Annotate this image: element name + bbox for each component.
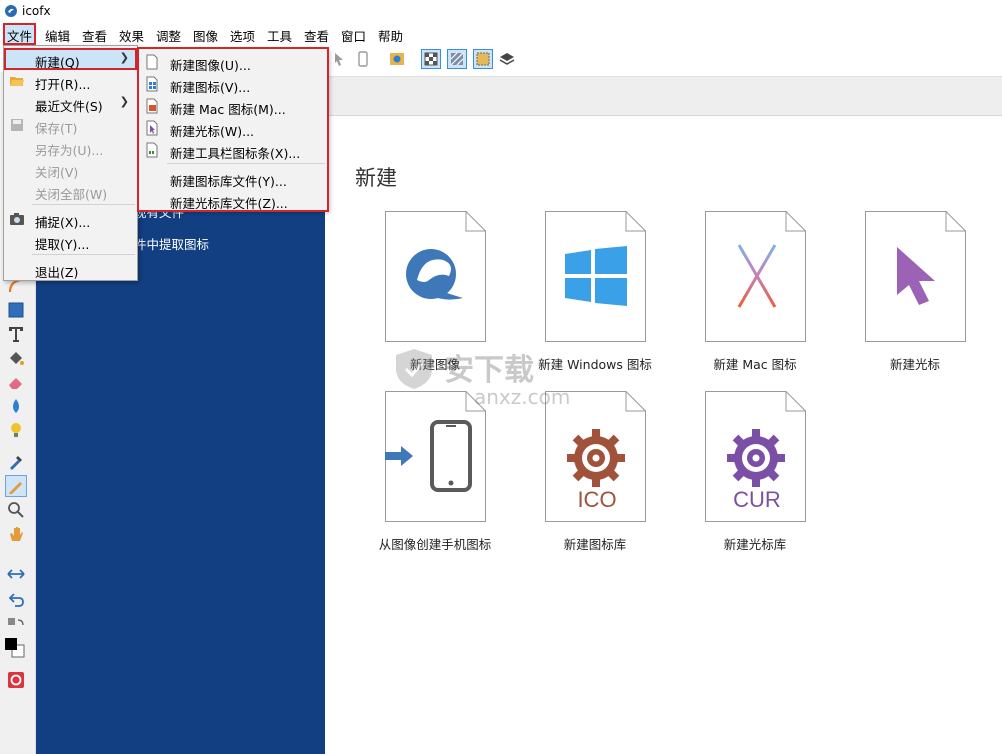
phone-toolbar-icon[interactable]: [354, 50, 372, 68]
mac-icon-page-icon: [146, 98, 158, 114]
menu-separator: [167, 163, 325, 164]
menu-options[interactable]: 选项: [228, 25, 257, 44]
cursor-tool-icon[interactable]: [330, 50, 348, 68]
blur-drop-icon[interactable]: [6, 396, 26, 416]
submenu-item-new-icon-library[interactable]: 新建图标库文件(Y)...: [139, 167, 327, 189]
camera-icon: [10, 213, 24, 225]
watermark-text-url: anxz.com: [474, 385, 571, 409]
icofx-logo-icon: [406, 249, 463, 300]
menu-item-save[interactable]: 保存(T): [4, 114, 137, 136]
color-picker-icon[interactable]: [6, 452, 26, 472]
undo-icon[interactable]: [6, 590, 26, 610]
blank-page-icon: [146, 54, 158, 70]
menu-item-extract[interactable]: 提取(Y)...: [4, 230, 137, 252]
app-logo-icon: [5, 5, 17, 17]
menu-help[interactable]: 帮助: [376, 25, 405, 44]
rectangle-tool-icon[interactable]: [6, 300, 26, 320]
menu-item-new[interactable]: 新建(Q) ❯: [4, 48, 137, 70]
submenu-arrow-icon: ❯: [119, 51, 129, 64]
menu-effects[interactable]: 效果: [117, 25, 146, 44]
gear-cur-icon: [727, 429, 785, 487]
eraser-icon[interactable]: [6, 372, 26, 392]
new-submenu: 新建图像(U)... 新建图标(V)... 新建 Mac 图标(M)... 新建…: [137, 47, 329, 212]
save-disk-icon: [11, 119, 23, 131]
menu-tools[interactable]: 工具: [265, 25, 294, 44]
menu-edit[interactable]: 编辑: [43, 25, 72, 44]
toolbar-strip-page-icon: [146, 142, 158, 158]
mac-x-icon: [737, 244, 777, 308]
menu-view[interactable]: 查看: [80, 25, 109, 44]
submenu-item-new-image[interactable]: 新建图像(U)...: [139, 51, 327, 73]
menu-item-close[interactable]: 关闭(V): [4, 158, 137, 180]
open-folder-icon: [10, 77, 24, 86]
title-bar: icofx: [0, 0, 1002, 22]
menu-separator: [32, 204, 135, 205]
menu-item-recent-files[interactable]: 最近文件(S) ❯: [4, 92, 137, 114]
cur-badge-label: CUR: [733, 487, 781, 512]
zoom-icon[interactable]: [6, 500, 26, 520]
menu-window[interactable]: 窗口: [339, 25, 368, 44]
menu-file[interactable]: 文件: [2, 23, 37, 45]
gear-ico-icon: [567, 429, 625, 487]
watermark-text-cn: 安下载: [444, 353, 534, 388]
cursor-arrow-icon: [897, 247, 935, 305]
ico-badge-label: ICO: [577, 487, 617, 512]
submenu-arrow-icon: ❯: [119, 95, 129, 108]
fill-bucket-icon[interactable]: [6, 348, 26, 368]
menu-item-exit[interactable]: 退出(Z): [4, 258, 137, 280]
windows-icon-page-icon: [146, 76, 158, 92]
color-swatch-icon[interactable]: [3, 634, 27, 660]
record-icon[interactable]: [6, 670, 26, 690]
submenu-item-new-cursor-library[interactable]: 新建光标库文件(Z)...: [139, 189, 327, 211]
watermark: 安下载 anxz.com: [392, 345, 612, 420]
submenu-item-new-icon[interactable]: 新建图标(V)...: [139, 73, 327, 95]
checkerboard-icon[interactable]: [421, 49, 441, 69]
preview-icon[interactable]: [388, 50, 406, 68]
menu-item-close-all[interactable]: 关闭全部(W): [4, 180, 137, 202]
grid-icon[interactable]: [447, 49, 467, 69]
window-title: icofx: [22, 4, 51, 18]
menu-separator: [32, 254, 135, 255]
icofx-window: icofx 文件 编辑 查看 效果 调整 图像 选项 工具 查看 窗口 帮助 现…: [0, 0, 1002, 754]
menu-view-2[interactable]: 查看: [302, 25, 331, 44]
selection-grid-icon[interactable]: [473, 49, 493, 69]
bulb-icon[interactable]: [6, 420, 26, 440]
windows-logo-icon: [565, 246, 627, 306]
welcome-link-extract[interactable]: 件中提取图标: [134, 234, 209, 253]
tile-new-cursor-library[interactable]: CUR 新建光标库: [675, 391, 835, 571]
arrow-right-icon: [385, 446, 413, 466]
menu-item-capture[interactable]: 捕捉(X)...: [4, 208, 137, 230]
resize-arrows-icon[interactable]: [6, 564, 26, 584]
hand-pan-icon[interactable]: [6, 524, 26, 544]
tile-new-cursor[interactable]: 新建光标: [835, 211, 995, 391]
tile-caption: 新建光标: [889, 357, 940, 372]
shield-logo-icon: [396, 349, 432, 389]
tile-caption: 新建光标库: [723, 537, 787, 552]
submenu-item-new-cursor[interactable]: 新建光标(W)...: [139, 117, 327, 139]
tile-new-mac-icon[interactable]: 新建 Mac 图标: [675, 211, 835, 391]
section-title: 新建: [355, 166, 397, 190]
document-tab-strip: [325, 76, 1002, 116]
phone-icon: [430, 420, 472, 492]
layers-icon[interactable]: [498, 50, 516, 68]
menu-bar: 文件 编辑 查看 效果 调整 图像 选项 工具 查看 窗口 帮助: [0, 22, 1002, 45]
submenu-item-new-toolbar-strip[interactable]: 新建工具栏图标条(X)...: [139, 139, 327, 161]
file-menu: 新建(Q) ❯ 打开(R)... 最近文件(S) ❯ 保存(T) 另存为(U).…: [3, 45, 138, 281]
menu-item-open[interactable]: 打开(R)...: [4, 70, 137, 92]
swap-colors-icon[interactable]: [6, 616, 26, 636]
menu-item-save-as[interactable]: 另存为(U)...: [4, 136, 137, 158]
cursor-page-icon: [146, 120, 158, 136]
menu-adjust[interactable]: 调整: [154, 25, 183, 44]
menu-image[interactable]: 图像: [191, 25, 220, 44]
text-tool-icon[interactable]: [6, 324, 26, 344]
pencil-tool-icon[interactable]: [5, 475, 27, 497]
submenu-item-new-mac-icon[interactable]: 新建 Mac 图标(M)...: [139, 95, 327, 117]
